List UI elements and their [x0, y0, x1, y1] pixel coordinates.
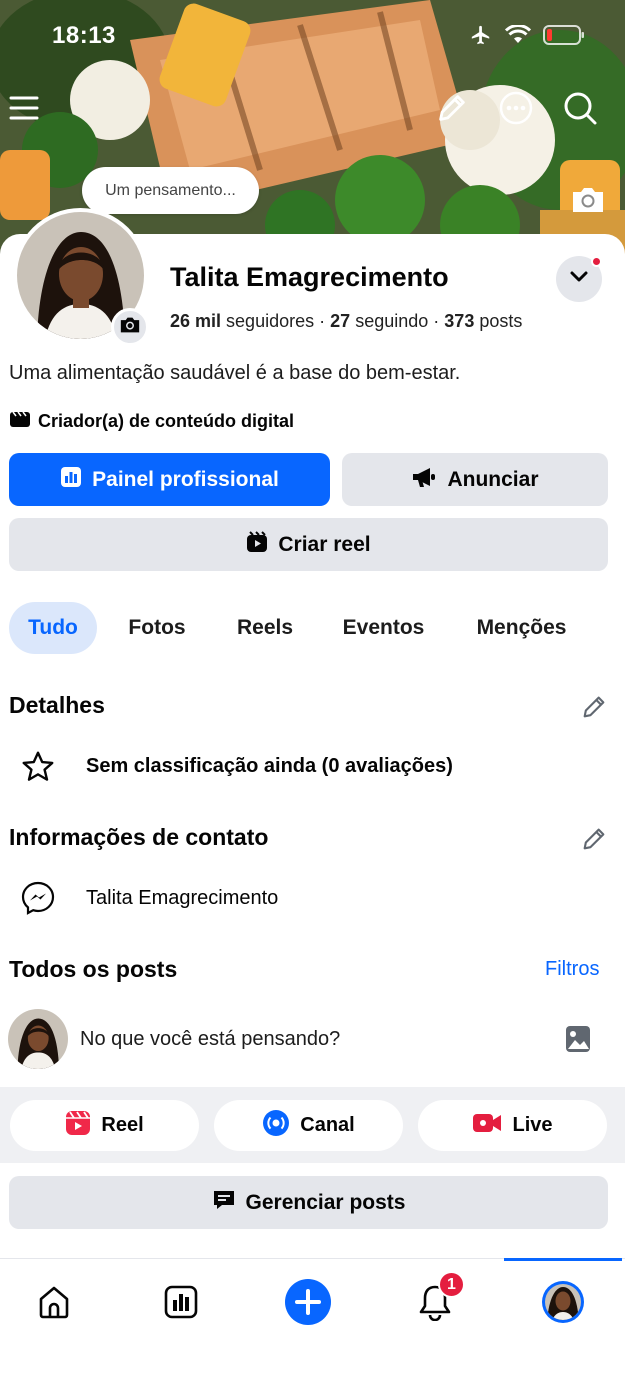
- manage-posts-button[interactable]: Gerenciar posts: [9, 1176, 608, 1229]
- contact-title: Informações de contato: [9, 824, 269, 850]
- avatar-camera-button[interactable]: [111, 308, 149, 346]
- composer-input[interactable]: No que você está pensando?: [80, 1028, 340, 1051]
- edit-details-pencil-icon[interactable]: [580, 693, 608, 721]
- stats-separator: ·: [433, 311, 440, 331]
- posts-count: 373: [444, 311, 475, 331]
- followers-label[interactable]: seguidores: [226, 311, 314, 331]
- posts-label: posts: [479, 311, 523, 331]
- profile-name: Talita Emagrecimento: [170, 262, 449, 292]
- create-reel-label: Criar reel: [278, 532, 371, 556]
- star-icon: [20, 749, 56, 785]
- photo-icon[interactable]: [564, 1024, 592, 1054]
- profile-tabs: Tudo Fotos Reels Eventos Menções: [0, 602, 625, 654]
- channel-action-button[interactable]: Canal: [214, 1100, 403, 1151]
- search-icon[interactable]: [560, 88, 600, 128]
- stats-separator: ·: [319, 311, 326, 331]
- messenger-icon: [20, 880, 56, 916]
- advertise-button[interactable]: Anunciar: [342, 453, 608, 506]
- chevron-down-icon: [569, 270, 589, 289]
- notifications-badge: 1: [438, 1271, 465, 1298]
- live-action-button[interactable]: Live: [418, 1100, 607, 1151]
- pencil-icon[interactable]: [432, 88, 472, 128]
- camera-icon: [119, 315, 141, 340]
- live-action-label: Live: [512, 1114, 553, 1136]
- reel-action-label: Reel: [101, 1114, 144, 1136]
- following-label[interactable]: seguindo: [355, 311, 428, 331]
- airplane-icon: [469, 24, 493, 51]
- clapperboard-icon: [9, 410, 31, 433]
- status-time: 18:13: [52, 22, 116, 49]
- bottom-nav: 1: [0, 1258, 625, 1375]
- battery-icon: [543, 24, 585, 51]
- menu-icon[interactable]: [6, 90, 42, 126]
- more-icon[interactable]: [496, 88, 536, 128]
- following-count[interactable]: 27: [330, 311, 350, 331]
- reel-icon: [246, 530, 268, 559]
- tab-events[interactable]: Eventos: [332, 602, 435, 654]
- filters-link[interactable]: Filtros: [545, 958, 599, 981]
- wifi-icon: [504, 24, 532, 50]
- composer-avatar[interactable]: [8, 1009, 68, 1069]
- dashboard-nav-icon[interactable]: [156, 1277, 206, 1327]
- posts-title: Todos os posts: [9, 956, 178, 982]
- category-label: Criador(a) de conteúdo digital: [38, 411, 295, 431]
- tab-all[interactable]: Tudo: [9, 602, 97, 654]
- manage-posts-icon: [212, 1189, 236, 1217]
- dashboard-icon: [60, 466, 82, 494]
- messenger-contact[interactable]: Talita Emagrecimento: [86, 887, 278, 910]
- professional-dashboard-button[interactable]: Painel profissional: [9, 453, 330, 506]
- rating-text[interactable]: Sem classificação ainda (0 avaliações): [86, 755, 453, 778]
- reel-icon: [65, 1110, 91, 1142]
- home-icon[interactable]: [29, 1277, 79, 1327]
- followers-count[interactable]: 26 mil: [170, 311, 221, 331]
- create-reel-button[interactable]: Criar reel: [9, 518, 608, 571]
- manage-posts-label: Gerenciar posts: [245, 1190, 406, 1214]
- channel-icon: [262, 1109, 290, 1143]
- megaphone-icon: [411, 466, 437, 494]
- profile-bio: Uma alimentação saudável é a base do bem…: [9, 362, 461, 384]
- status-bar: 18:13: [0, 20, 625, 54]
- professional-dashboard-label: Painel profissional: [92, 467, 279, 491]
- profile-stats: 26 mil seguidores · 27 seguindo · 373 po…: [170, 311, 522, 332]
- channel-action-label: Canal: [300, 1114, 355, 1136]
- notification-dot: [591, 256, 602, 267]
- tab-photos[interactable]: Fotos: [117, 602, 197, 654]
- thought-bubble[interactable]: Um pensamento...: [82, 167, 259, 214]
- profile-icon[interactable]: [538, 1277, 588, 1327]
- tab-reels[interactable]: Reels: [226, 602, 304, 654]
- cover-camera-icon[interactable]: [568, 180, 608, 220]
- live-video-icon: [472, 1112, 502, 1140]
- details-title: Detalhes: [9, 692, 105, 718]
- edit-contact-pencil-icon[interactable]: [580, 825, 608, 853]
- nav-active-indicator: [504, 1258, 622, 1261]
- tab-mentions[interactable]: Menções: [464, 602, 579, 654]
- advertise-label: Anunciar: [447, 467, 539, 491]
- profile-category: Criador(a) de conteúdo digital: [9, 410, 294, 433]
- reel-action-button[interactable]: Reel: [10, 1100, 199, 1151]
- create-icon[interactable]: [283, 1277, 333, 1327]
